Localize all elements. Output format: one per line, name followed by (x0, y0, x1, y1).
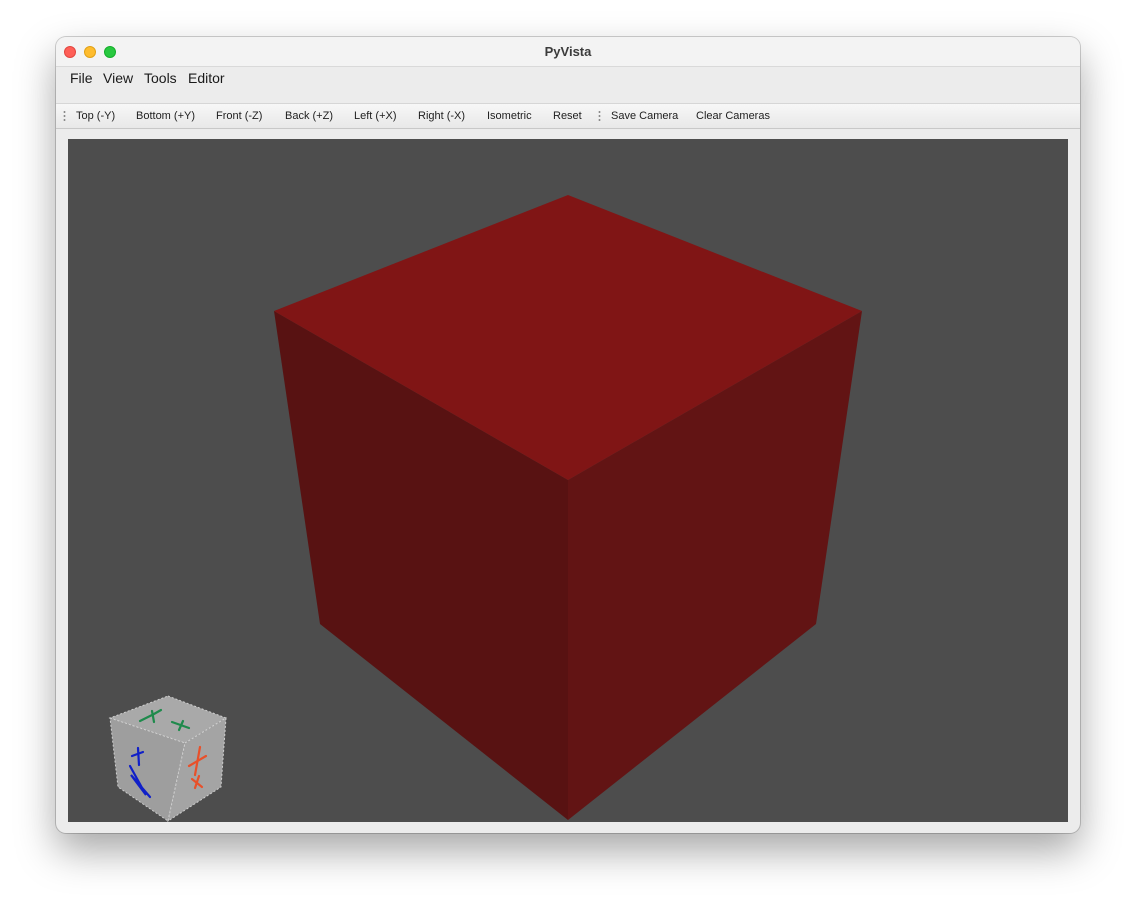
isometric-view-button[interactable]: Isometric (487, 108, 532, 124)
menu-file[interactable]: File (70, 69, 93, 87)
menu-editor[interactable]: Editor (188, 69, 225, 87)
window-title: PyVista (544, 44, 592, 59)
render-viewport[interactable] (68, 139, 1068, 822)
left-view-button[interactable]: Left (+X) (354, 108, 397, 124)
toolbar-grip-handle[interactable] (598, 110, 601, 121)
app-window: PyVista File View Tools Editor Top (-Y) … (56, 37, 1080, 833)
reset-camera-button[interactable]: Reset (553, 108, 582, 124)
menu-bar: File View Tools Editor (56, 67, 1080, 103)
front-view-button[interactable]: Front (-Z) (216, 108, 262, 124)
orientation-cube-widget[interactable] (108, 695, 228, 822)
render-canvas (108, 195, 862, 822)
menu-tools[interactable]: Tools (144, 69, 177, 87)
title-bar: PyVista (56, 37, 1080, 67)
cube-mesh (274, 195, 862, 820)
toolbar-grip-handle[interactable] (63, 110, 66, 121)
camera-toolbar: Top (-Y) Bottom (+Y) Front (-Z) Back (+Z… (56, 103, 1080, 129)
menu-view[interactable]: View (103, 69, 133, 87)
right-view-button[interactable]: Right (-X) (418, 108, 465, 124)
bottom-view-button[interactable]: Bottom (+Y) (136, 108, 195, 124)
clear-cameras-button[interactable]: Clear Cameras (696, 108, 770, 124)
save-camera-button[interactable]: Save Camera (611, 108, 678, 124)
top-view-button[interactable]: Top (-Y) (76, 108, 115, 124)
back-view-button[interactable]: Back (+Z) (285, 108, 333, 124)
